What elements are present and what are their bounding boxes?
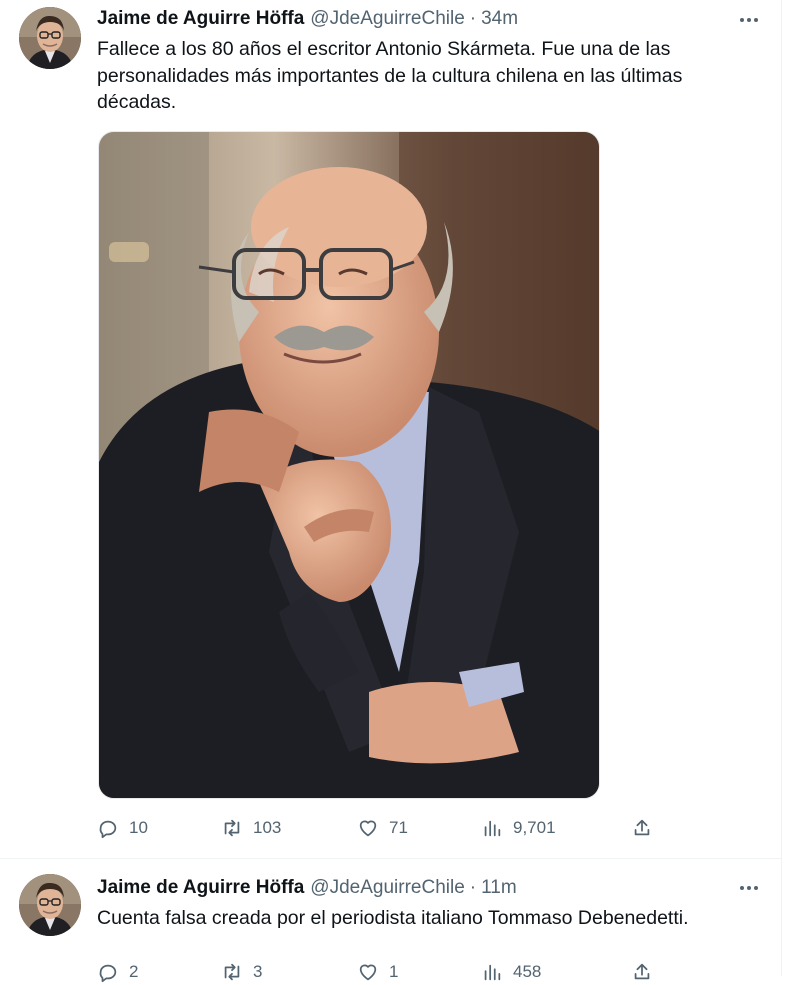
heart-icon — [359, 820, 377, 837]
more-horizontal-icon — [740, 886, 758, 890]
tweet-text: Cuenta falsa creada por el periodista it… — [97, 907, 689, 929]
timeline-border — [781, 0, 782, 976]
views-count: 9,701 — [513, 818, 556, 837]
tweet-photo[interactable] — [98, 131, 600, 799]
separator-dot: · — [469, 877, 477, 898]
like-button[interactable]: 71 — [357, 815, 408, 841]
tweet[interactable]: Jaime de Aguirre Höffa @JdeAguirreChile … — [0, 0, 781, 858]
analytics-icon — [484, 964, 501, 981]
tweet-actions: 10 103 71 9,701 — [97, 815, 657, 841]
share-icon — [634, 819, 650, 836]
tweet-text: Fallece a los 80 años el escritor Antoni… — [97, 38, 683, 113]
avatar[interactable] — [19, 7, 81, 69]
retweet-button[interactable]: 103 — [221, 815, 281, 841]
author-name[interactable]: Jaime de Aguirre Höffa — [97, 877, 304, 899]
timestamp[interactable]: 11m — [481, 877, 517, 899]
share-button[interactable] — [631, 959, 653, 985]
more-options-button[interactable] — [736, 10, 762, 30]
tweet-actions: 2 3 1 458 — [97, 959, 657, 985]
views-count: 458 — [513, 962, 542, 981]
reply-button[interactable]: 2 — [97, 959, 138, 985]
retweet-icon — [224, 963, 240, 981]
like-count: 1 — [389, 962, 399, 981]
like-button[interactable]: 1 — [357, 959, 398, 985]
share-button[interactable] — [631, 815, 653, 841]
retweet-count: 3 — [253, 962, 263, 981]
reply-count: 10 — [129, 818, 148, 837]
share-icon — [634, 963, 650, 980]
more-horizontal-icon — [740, 18, 758, 22]
retweet-count: 103 — [253, 818, 282, 837]
tweet-header: Jaime de Aguirre Höffa @JdeAguirreChile … — [97, 876, 517, 900]
reply-button[interactable]: 10 — [97, 815, 148, 841]
avatar[interactable] — [19, 874, 81, 936]
timestamp[interactable]: 34m — [481, 8, 518, 30]
views-button[interactable]: 9,701 — [481, 815, 556, 841]
author-handle[interactable]: @JdeAguirreChile — [310, 877, 464, 899]
retweet-button[interactable]: 3 — [221, 959, 262, 985]
like-count: 71 — [389, 818, 408, 837]
more-options-button[interactable] — [736, 878, 762, 898]
reply-count: 2 — [129, 962, 139, 981]
author-handle[interactable]: @JdeAguirreChile — [310, 8, 464, 30]
retweet-icon — [224, 819, 240, 837]
reply-icon — [99, 820, 117, 839]
author-name[interactable]: Jaime de Aguirre Höffa — [97, 8, 304, 30]
heart-icon — [359, 964, 377, 981]
analytics-icon — [484, 820, 501, 837]
tweet-header: Jaime de Aguirre Höffa @JdeAguirreChile … — [97, 7, 518, 31]
tweet[interactable]: Jaime de Aguirre Höffa @JdeAguirreChile … — [0, 859, 781, 983]
views-button[interactable]: 458 — [481, 959, 541, 985]
separator-dot: · — [469, 8, 477, 29]
reply-icon — [99, 964, 117, 983]
